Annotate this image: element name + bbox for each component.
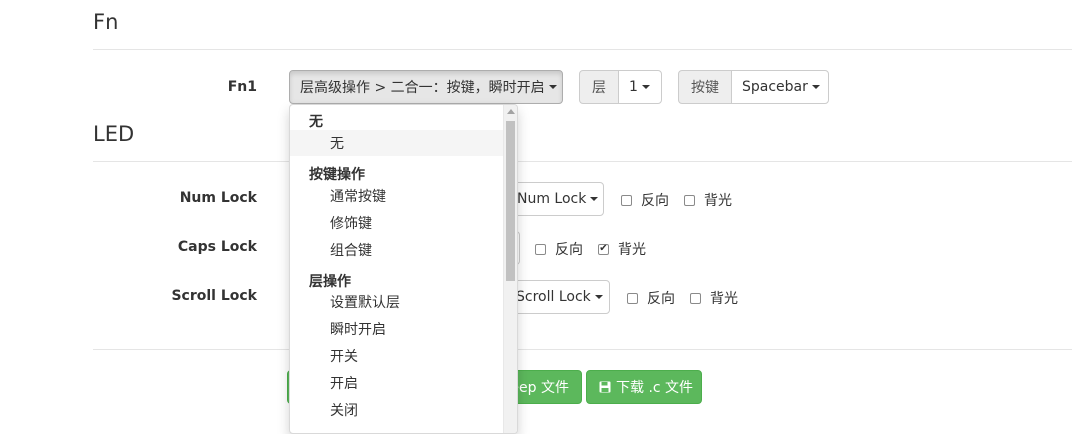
chevron-down-icon [811,85,820,89]
num-lock-invert-checkbox[interactable]: 反向 [621,190,669,210]
dropdown-group-header: 无 [309,114,323,130]
layer-addon: 层 [579,70,619,104]
scroll-lock-invert-checkbox[interactable]: 反向 [627,288,675,308]
dropdown-item[interactable]: 开启 [290,370,505,396]
led-divider [93,161,1072,162]
fn1-action-select[interactable]: 层高级操作 > 二合一：按键，瞬时开启 [289,70,563,104]
chevron-down-icon [590,197,599,201]
checkbox-icon [535,243,546,255]
key-select[interactable]: Spacebar [731,70,829,104]
checkbox-icon [627,292,638,304]
scroll-up-arrow-icon[interactable] [507,109,515,114]
chevron-down-icon [594,295,603,299]
chevron-down-icon [548,85,557,89]
caps-lock-backlight-checkbox[interactable]: ✔ 背光 [598,239,646,259]
caps-lock-invert-label: 反向 [555,242,583,258]
checkbox-icon [621,194,632,206]
checkbox-icon [690,292,701,304]
fn-section-title: Fn [93,10,119,34]
scroll-lock-backlight-label: 背光 [710,291,738,307]
led-row-label-scroll-lock: Scroll Lock [171,288,257,304]
download-c-button[interactable]: 下载 .c 文件 [586,370,702,404]
actions-divider [93,349,1072,350]
scroll-lock-invert-label: 反向 [647,291,675,307]
scroll-lock-backlight-checkbox[interactable]: 背光 [690,288,738,308]
floppy-disk-icon [599,381,611,393]
dropdown-group-header: 层操作 [309,274,351,290]
checkbox-icon [684,194,695,206]
led-row-label-num-lock: Num Lock [179,190,257,206]
layer-value: 1 [629,79,638,95]
dropdown-item[interactable]: 通常按键 [290,183,505,209]
download-c-label: 下载 .c 文件 [616,380,694,396]
caps-lock-backlight-label: 背光 [618,242,646,258]
dropdown-item[interactable]: 无 [290,130,505,156]
led-section-title: LED [93,122,135,146]
key-value: Spacebar [742,79,808,95]
num-lock-invert-label: 反向 [641,193,669,209]
num-lock-select[interactable]: Num Lock [505,182,604,216]
num-lock-backlight-checkbox[interactable]: 背光 [684,190,732,210]
dropdown-item[interactable]: 关闭 [290,397,505,423]
dropdown-item[interactable]: 瞬时开启 [290,316,505,342]
scrollbar-thumb[interactable] [506,121,515,281]
checkbox-checked-icon: ✔ [598,243,609,255]
chevron-down-icon [641,85,650,89]
dropdown-item[interactable]: 设置默认层 [290,289,505,315]
fn-divider [93,49,1072,50]
key-addon: 按键 [678,70,732,104]
num-lock-backlight-label: 背光 [704,193,732,209]
dropdown-item[interactable]: 修饰键 [290,210,505,236]
num-lock-select-value: Num Lock [517,191,587,207]
dropdown-scrollbar[interactable] [503,105,517,433]
layer-select[interactable]: 1 [618,70,662,104]
dropdown-item[interactable]: 组合键 [290,237,505,263]
led-row-label-caps-lock: Caps Lock [177,239,257,255]
fn1-action-dropdown-menu[interactable]: 无 无 按键操作 通常按键 修饰键 组合键 层操作 设置默认层 瞬时开启 开关 … [289,104,518,434]
dropdown-item[interactable]: 开关 [290,343,505,369]
dropdown-group-header: 按键操作 [309,167,365,183]
download-eep-label: eep 文件 [510,380,569,396]
scroll-lock-select[interactable]: Scroll Lock [505,280,610,314]
fn1-action-value: 层高级操作 > 二合一：按键，瞬时开启 [300,80,545,96]
fn1-label: Fn1 [227,79,257,95]
caps-lock-invert-checkbox[interactable]: 反向 [535,239,583,259]
scroll-lock-select-value: Scroll Lock [516,289,591,305]
